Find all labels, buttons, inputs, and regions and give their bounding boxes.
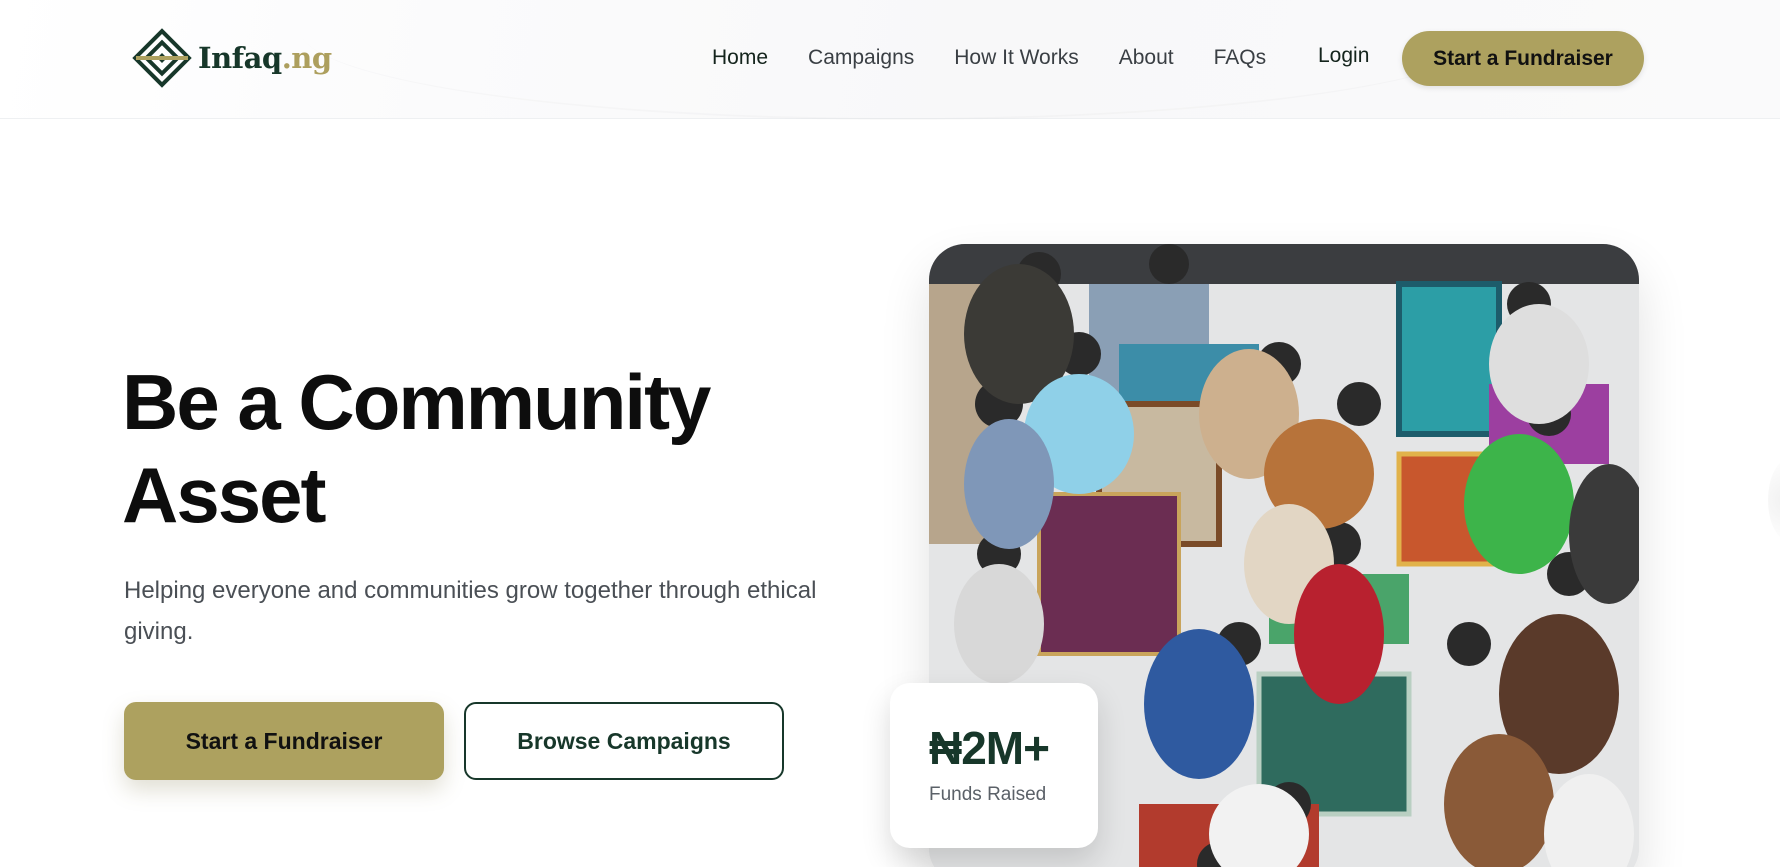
site-header: Infaq.ng Home Campaigns How It Works Abo…: [0, 0, 1780, 119]
nav-faqs[interactable]: FAQs: [1214, 46, 1267, 70]
geometric-diamond-logo-icon: [132, 26, 192, 90]
nav-how-it-works[interactable]: How It Works: [954, 46, 1078, 70]
start-fundraiser-button[interactable]: Start a Fundraiser: [124, 702, 444, 780]
brand-name: Infaq.ng: [198, 41, 332, 75]
header-start-fundraiser-button[interactable]: Start a Fundraiser: [1402, 31, 1644, 86]
nav-about[interactable]: About: [1119, 46, 1174, 70]
login-link[interactable]: Login: [1318, 44, 1369, 68]
nav-campaigns[interactable]: Campaigns: [808, 46, 914, 70]
main-nav: Home Campaigns How It Works About FAQs: [712, 42, 1306, 74]
brand-logo[interactable]: Infaq.ng: [132, 26, 332, 90]
edge-decoration: [1768, 460, 1780, 540]
funds-raised-value: ₦2M+: [929, 722, 1050, 774]
page: Infaq.ng Home Campaigns How It Works Abo…: [0, 0, 1780, 867]
hero-subtitle: Helping everyone and communities grow to…: [124, 577, 817, 645]
brand-suffix: .ng: [281, 41, 332, 75]
funds-raised-label: Funds Raised: [929, 784, 1047, 805]
hero-title: Be a Community Asset: [122, 358, 711, 539]
browse-campaigns-button[interactable]: Browse Campaigns: [464, 702, 784, 780]
nav-home[interactable]: Home: [712, 46, 768, 70]
funds-raised-card: ₦2M+ Funds Raised: [890, 683, 1098, 848]
